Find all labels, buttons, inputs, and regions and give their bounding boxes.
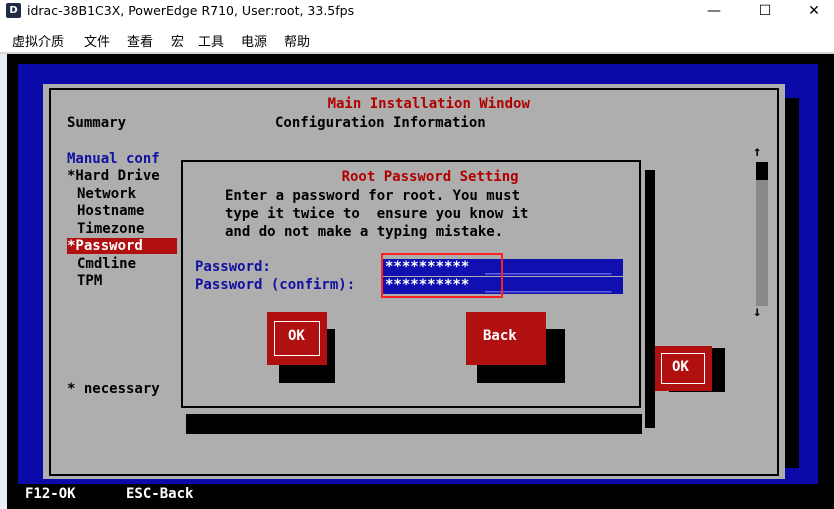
sidebar-item-timezone[interactable]: Timezone (77, 221, 144, 237)
sidebar-item-hard-drive[interactable]: *Hard Drive (67, 168, 160, 184)
menu-help[interactable]: 帮助 (284, 31, 310, 50)
window-titlebar: D idrac-38B1C3X, PowerEdge R710, User:ro… (0, 0, 834, 22)
scroll-up-icon[interactable]: ↑ (753, 144, 761, 160)
dialog-message-line-3: and do not make a typing mistake. (225, 224, 504, 240)
password-confirm-input-fill: _______________ (485, 277, 612, 293)
sidebar-item-tpm[interactable]: TPM (77, 273, 102, 289)
maximize-button[interactable]: ☐ (745, 0, 785, 22)
remote-console-screen[interactable]: Main Installation Window Summary Configu… (7, 54, 834, 509)
window-title: idrac-38B1C3X, PowerEdge R710, User:root… (27, 3, 355, 18)
necessary-note: * necessary (67, 381, 160, 397)
dialog-back-button[interactable]: Back (466, 312, 546, 365)
scroll-down-icon[interactable]: ↓ (753, 304, 761, 320)
menu-power[interactable]: 电源 (241, 31, 267, 50)
scrollbar-track[interactable] (756, 162, 768, 306)
sidebar-item-hostname[interactable]: Hostname (77, 203, 144, 219)
dialog-message-line-2: type it twice to ensure you know it (225, 206, 529, 222)
menu-bar: 虚拟介质 文件 查看 宏 工具 电源 帮助 (0, 27, 834, 51)
minimize-button[interactable]: — (694, 0, 734, 22)
dialog-message-line-1: Enter a password for root. You must (225, 188, 521, 204)
sidebar-item-network[interactable]: Network (77, 186, 136, 202)
menu-tools[interactable]: 工具 (198, 31, 224, 50)
menu-macro[interactable]: 宏 (171, 31, 184, 50)
dialog-back-label: Back (483, 328, 517, 344)
password-label: Password: (195, 259, 271, 275)
host-left-edge (0, 54, 7, 509)
main-window-title: Main Installation Window (321, 96, 536, 112)
main-ok-label: OK (672, 359, 689, 375)
dialog-shadow-bottom (186, 414, 642, 434)
dialog-title: Root Password Setting (335, 169, 525, 185)
sidebar-item-password[interactable]: *Password (67, 238, 177, 254)
sidebar-item-cmdline[interactable]: Cmdline (77, 256, 136, 272)
dialog-shadow-right (645, 170, 655, 428)
menu-virtual-media[interactable]: 虚拟介质 (12, 31, 64, 50)
configuration-heading: Configuration Information (275, 115, 486, 131)
footer-esc-hint: ESC-Back (126, 486, 194, 502)
footer-f12-hint: F12-OK (25, 486, 76, 502)
sidebar-item-manual-conf[interactable]: Manual conf (67, 151, 160, 167)
password-input-fill: _______________ (485, 259, 612, 275)
main-window-shadow-right (785, 98, 799, 468)
root-password-dialog: Root Password Setting Enter a password f… (181, 156, 645, 408)
dialog-ok-label: OK (288, 328, 305, 344)
menu-view[interactable]: 查看 (127, 31, 153, 50)
menu-file[interactable]: 文件 (84, 31, 110, 50)
idrac-app-icon: D (6, 3, 21, 18)
main-ok-button[interactable]: OK (654, 346, 712, 391)
close-button[interactable]: ✕ (794, 0, 834, 22)
summary-heading: Summary (67, 115, 127, 131)
password-confirm-label: Password (confirm): (195, 277, 356, 293)
password-highlight-box (381, 253, 503, 298)
dialog-ok-button[interactable]: OK (267, 312, 327, 365)
scrollbar-thumb[interactable] (756, 162, 768, 180)
